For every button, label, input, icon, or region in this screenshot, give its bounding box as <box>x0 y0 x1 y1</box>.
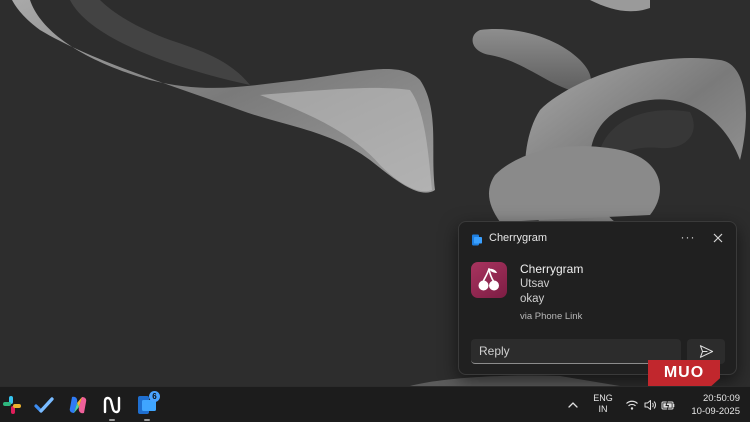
show-hidden-icons-button[interactable] <box>566 398 580 412</box>
taskbar-app-copilot[interactable] <box>66 393 90 417</box>
close-icon <box>713 233 723 243</box>
notification-message: okay <box>520 293 545 305</box>
copilot-icon <box>69 396 87 414</box>
running-indicator <box>109 419 115 421</box>
language-code: ENG <box>593 393 613 403</box>
language-region: IN <box>598 404 608 414</box>
slack-icon <box>3 396 21 414</box>
phone-link-icon <box>471 233 483 246</box>
running-indicator <box>144 419 150 421</box>
taskbar-app-slack[interactable] <box>0 393 24 417</box>
taskbar-app-todo[interactable] <box>32 393 56 417</box>
cherry-icon <box>478 268 499 291</box>
notification-badge: 6 <box>149 391 160 402</box>
notification-title: Cherrygram <box>520 262 584 276</box>
taskbar: 6 ENG IN 20:50:09 10-09-2025 <box>0 386 750 422</box>
notification-source: via Phone Link <box>520 311 583 322</box>
n-logo-icon <box>103 396 121 414</box>
notification-toast[interactable]: Cherrygram ··· Cherrygram Utsav okay via… <box>458 221 737 375</box>
clock[interactable]: 20:50:09 10-09-2025 <box>684 392 740 418</box>
send-icon <box>699 345 714 358</box>
clock-time: 20:50:09 <box>703 393 740 404</box>
clock-date: 10-09-2025 <box>691 406 740 417</box>
battery-icon[interactable] <box>661 398 675 412</box>
chevron-up-icon <box>568 402 578 408</box>
toast-app-name: Cherrygram <box>489 232 548 244</box>
taskbar-app-phone-link[interactable]: 6 <box>135 391 160 421</box>
toast-header: Cherrygram ··· <box>459 222 736 256</box>
volume-icon[interactable] <box>643 398 657 412</box>
app-avatar <box>471 262 507 298</box>
wifi-icon[interactable] <box>625 398 639 412</box>
input-language-indicator[interactable]: ENG IN <box>590 393 616 415</box>
more-options-button[interactable]: ··· <box>679 230 697 246</box>
checkmark-icon <box>34 397 54 413</box>
notification-sender: Utsav <box>520 278 550 290</box>
close-button[interactable] <box>709 230 727 246</box>
taskbar-app-notion[interactable] <box>100 393 124 421</box>
site-watermark: MUO <box>648 360 720 386</box>
